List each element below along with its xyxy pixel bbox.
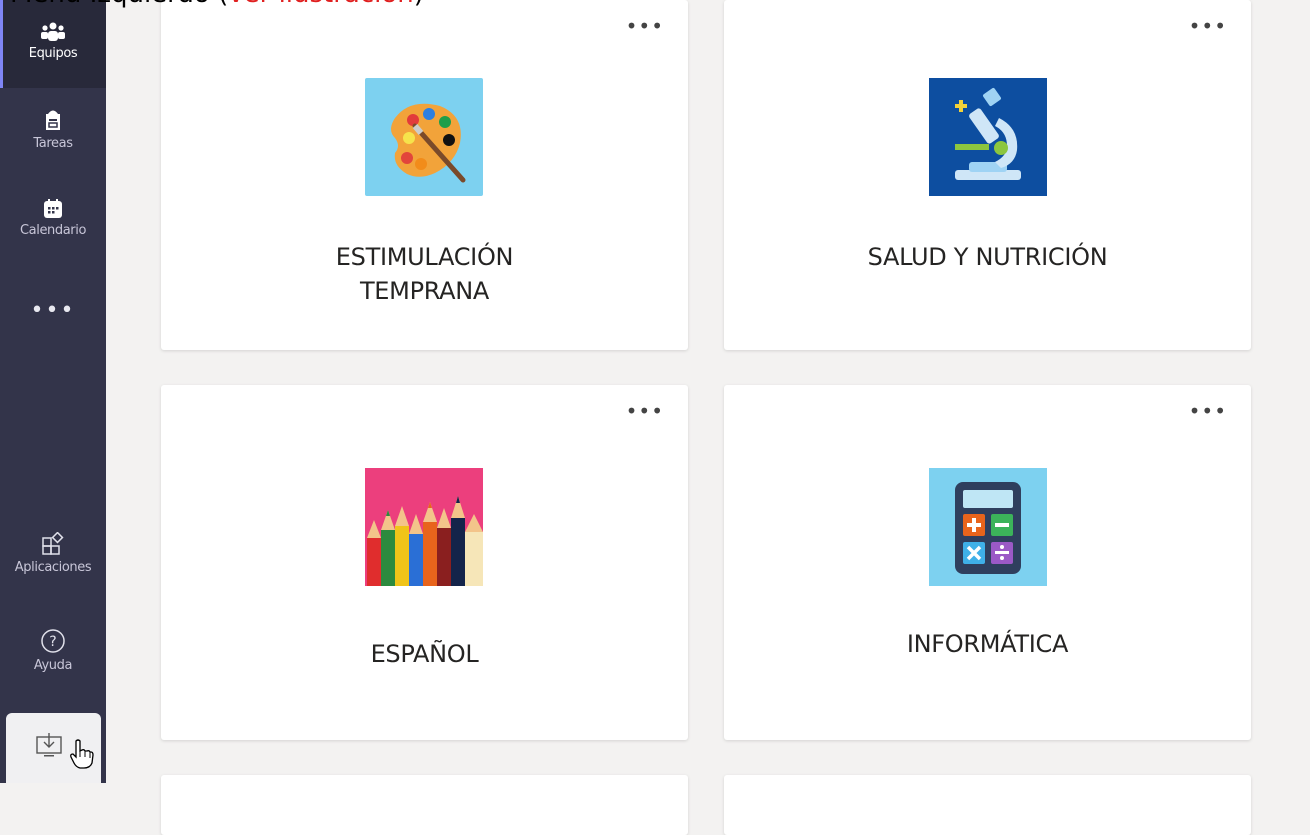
calendar-icon xyxy=(0,199,106,219)
nav-item-help[interactable]: ? Ayuda xyxy=(0,628,106,673)
assignments-icon xyxy=(0,108,106,132)
team-name: ESTIMULACIÓN TEMPRANA xyxy=(161,240,688,308)
app-bar: Equipos Tareas Calendario ••• Aplicacion… xyxy=(0,0,106,783)
nav-label-assignments: Tareas xyxy=(33,136,73,151)
team-more-options[interactable]: ••• xyxy=(1189,399,1227,423)
apps-icon xyxy=(0,532,106,556)
team-name-line: ESTIMULACIÓN xyxy=(335,243,514,271)
team-card[interactable] xyxy=(161,775,688,835)
teams-icon xyxy=(0,22,106,42)
nav-item-calendar[interactable]: Calendario xyxy=(0,199,106,238)
calculator-icon xyxy=(929,468,1047,586)
team-card[interactable]: ••• SALUD Y NUTRICIÓN xyxy=(724,0,1251,350)
caption-text: Menú Izquierdo ( xyxy=(10,0,228,9)
nav-item-apps[interactable]: Aplicaciones xyxy=(0,532,106,575)
team-card[interactable]: ••• ESPAÑOL xyxy=(161,385,688,740)
team-name-line: TEMPRANA xyxy=(359,277,490,305)
team-name: INFORMÁTICA xyxy=(724,627,1251,661)
more-icon: ••• xyxy=(30,298,76,323)
nav-more-button[interactable]: ••• xyxy=(0,300,106,322)
svg-text:?: ? xyxy=(49,634,56,650)
caption-end: ) xyxy=(414,0,424,9)
nav-label-help: Ayuda xyxy=(33,658,73,673)
nav-label-teams: Equipos xyxy=(28,46,78,61)
nav-item-assignments[interactable]: Tareas xyxy=(0,108,106,151)
team-name: ESPAÑOL xyxy=(161,637,688,671)
pencils-icon xyxy=(365,468,483,586)
team-name: SALUD Y NUTRICIÓN xyxy=(724,240,1251,274)
team-card[interactable]: ••• ESTIMULACIÓN TEMPRANA xyxy=(161,0,688,350)
team-name-line: INFORMÁTICA xyxy=(906,630,1069,658)
download-app-button[interactable] xyxy=(6,713,101,783)
top-caption: Menú Izquierdo (ver ilustración) xyxy=(10,0,424,8)
caption-highlight: ver ilustración xyxy=(228,0,414,9)
nav-item-teams[interactable]: Equipos xyxy=(0,0,106,88)
team-more-options[interactable]: ••• xyxy=(626,399,664,423)
team-more-options[interactable]: ••• xyxy=(1189,14,1227,38)
help-icon: ? xyxy=(0,628,106,654)
team-card[interactable]: ••• INFORMÁTICA xyxy=(724,385,1251,740)
team-name-line: ESPAÑOL xyxy=(370,640,479,668)
microscope-icon xyxy=(929,78,1047,196)
nav-label-calendar: Calendario xyxy=(19,223,87,238)
download-icon xyxy=(36,733,66,766)
nav-label-apps: Aplicaciones xyxy=(14,560,92,575)
team-name-line: SALUD Y NUTRICIÓN xyxy=(867,243,1108,271)
team-more-options[interactable]: ••• xyxy=(626,14,664,38)
team-card[interactable] xyxy=(724,775,1251,835)
palette-icon xyxy=(365,78,483,196)
hand-cursor-icon xyxy=(70,739,94,774)
